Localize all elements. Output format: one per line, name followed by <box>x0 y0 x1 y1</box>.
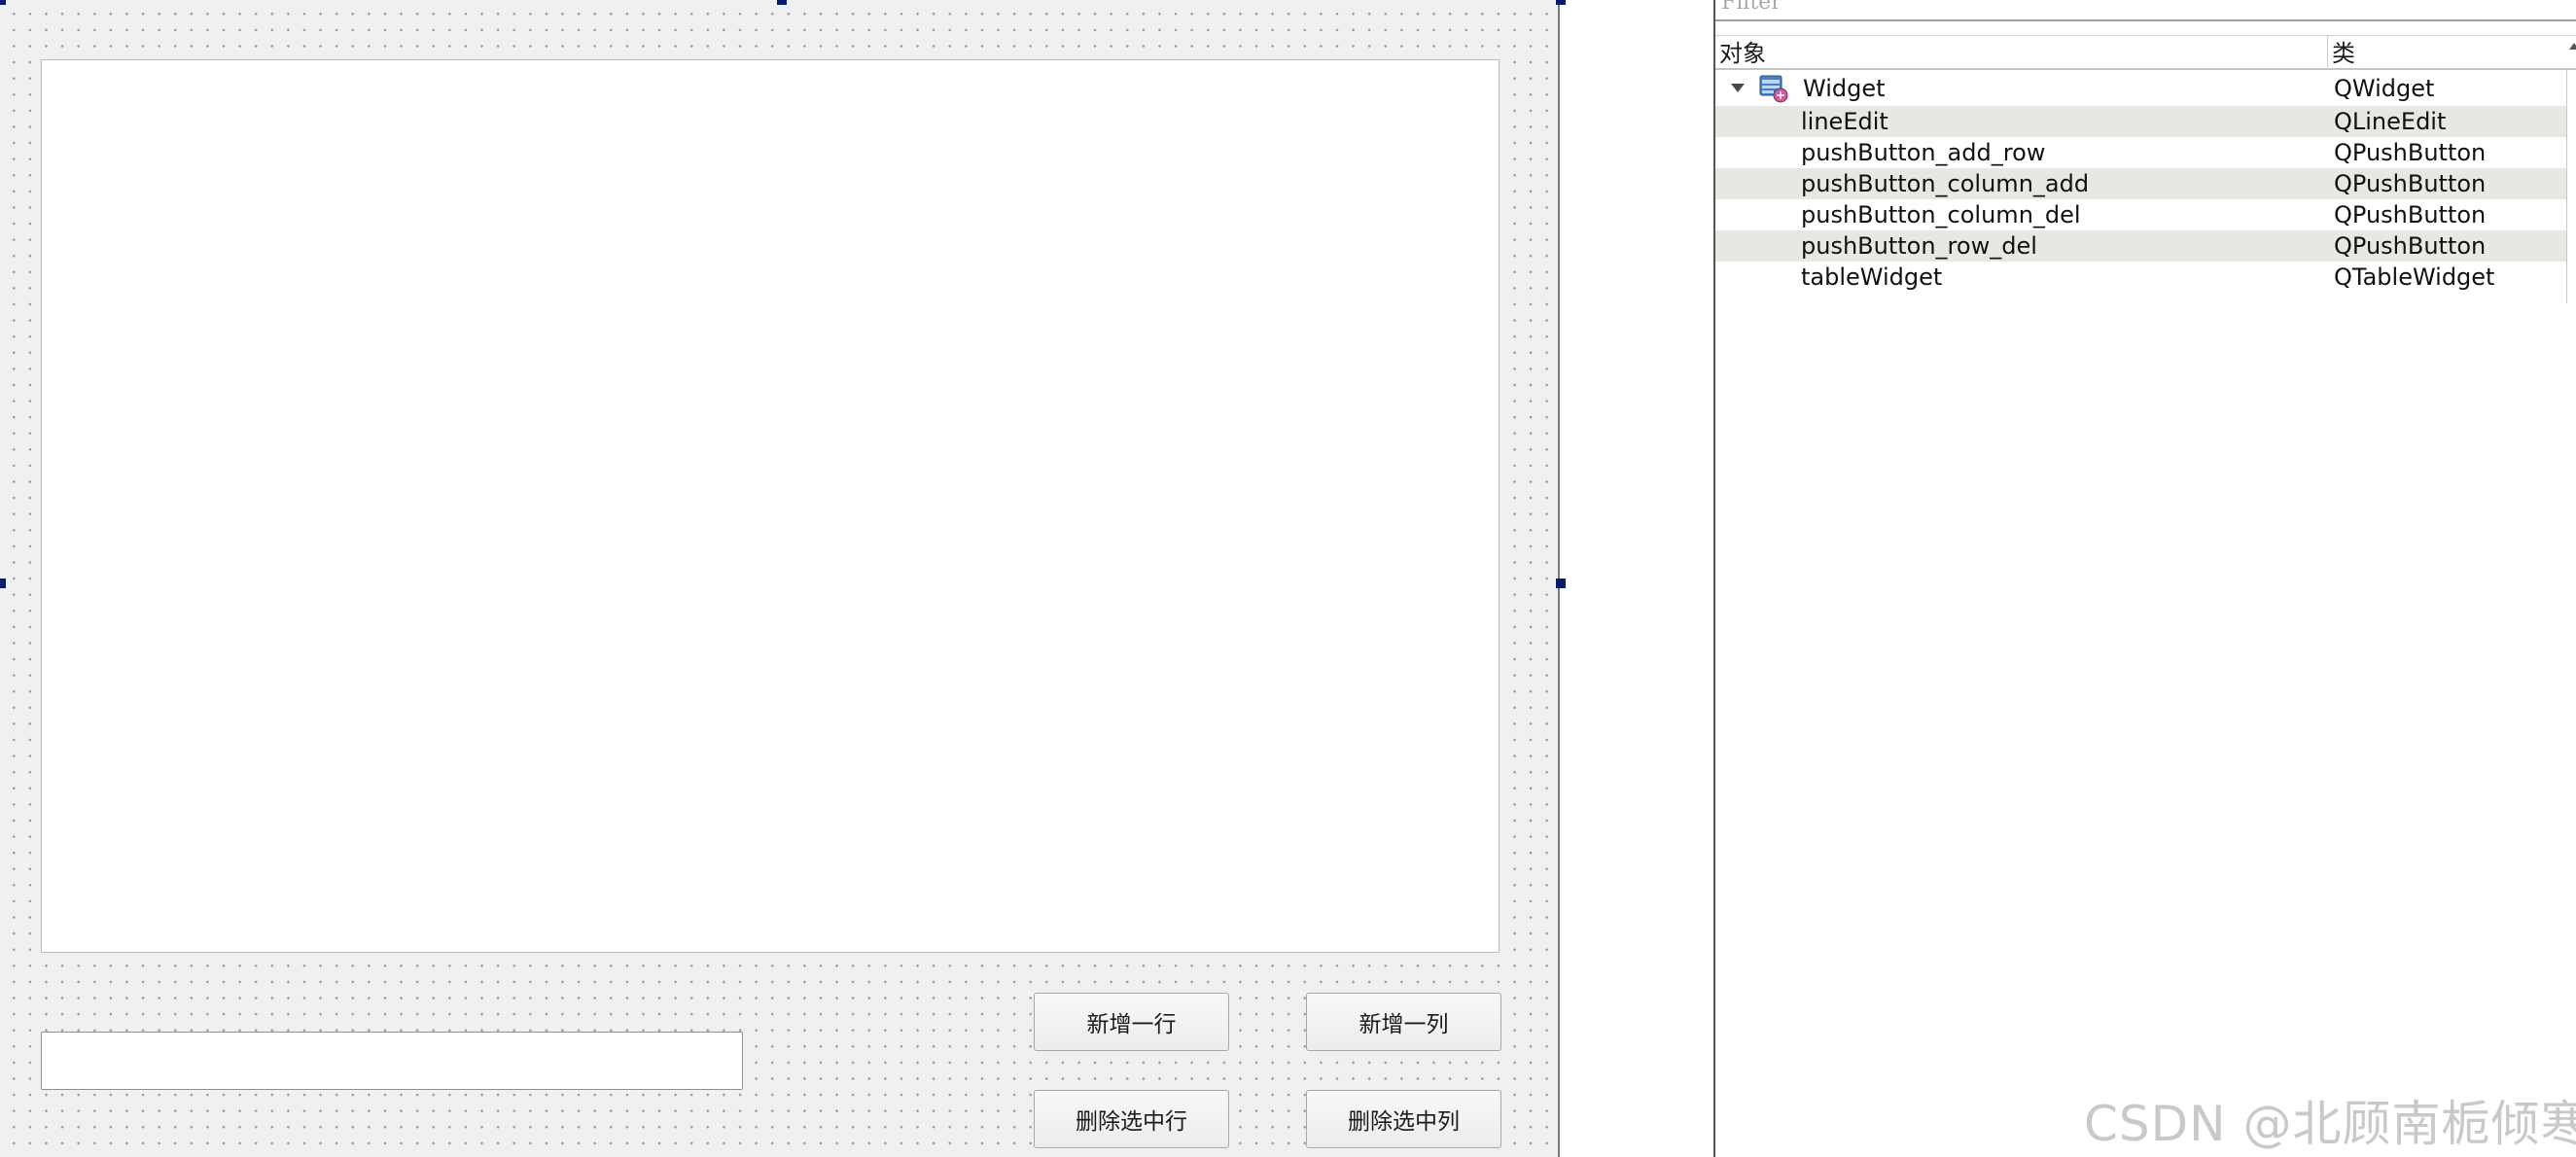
tree-item-name: pushButton_column_add <box>1801 170 2090 197</box>
tree-item-class: QPushButton <box>2334 139 2487 166</box>
selection-handle-middle-right[interactable] <box>1556 578 1566 588</box>
tree-item-class: QTableWidget <box>2334 263 2495 291</box>
tree-item-class: QPushButton <box>2334 232 2487 260</box>
scroll-up-icon[interactable] <box>2569 43 2576 50</box>
selection-handle-top-left[interactable] <box>0 0 6 5</box>
tree-root-name: Widget <box>1803 75 1886 102</box>
column-header-object[interactable]: 对象 <box>1715 36 2328 69</box>
tree-item-name: pushButton_add_row <box>1801 139 2046 166</box>
widget-icon <box>1759 75 1788 103</box>
delete-row-button[interactable]: 删除选中行 <box>1034 1090 1229 1148</box>
tree-item-name: tableWidget <box>1801 263 1943 291</box>
tree-row[interactable]: pushButton_column_del QPushButton <box>1715 199 2566 230</box>
inspector-header: 对象 类 <box>1715 35 2576 70</box>
tree-row-root[interactable]: Widget QWidget <box>1715 73 2566 104</box>
tree-row[interactable]: pushButton_column_add QPushButton <box>1715 168 2566 199</box>
selection-handle-top-right[interactable] <box>1556 0 1566 5</box>
selection-handle-top-middle[interactable] <box>777 0 787 5</box>
tree-item-class: QPushButton <box>2334 170 2487 197</box>
line-edit-input[interactable] <box>41 1032 743 1090</box>
tree-row[interactable]: lineEdit QLineEdit <box>1715 106 2566 137</box>
tree-item-class: QLineEdit <box>2334 108 2447 135</box>
tree-row[interactable]: tableWidget QTableWidget <box>1715 262 2566 293</box>
tree-row[interactable]: pushButton_add_row QPushButton <box>1715 137 2566 168</box>
tree-item-name: pushButton_row_del <box>1801 232 2037 260</box>
add-row-button[interactable]: 新增一行 <box>1034 993 1229 1051</box>
delete-column-button[interactable]: 删除选中列 <box>1306 1090 1501 1148</box>
table-widget[interactable] <box>41 59 1500 953</box>
selection-handle-middle-left[interactable] <box>0 578 6 588</box>
object-inspector: Filter 对象 类 Widget QWidget lineEdit QLin… <box>1713 0 2576 1157</box>
tree-row[interactable]: pushButton_row_del QPushButton <box>1715 230 2566 262</box>
vertical-scrollbar[interactable] <box>2566 70 2576 303</box>
column-header-class[interactable]: 类 <box>2328 36 2576 69</box>
tree-item-name: pushButton_column_del <box>1801 201 2081 228</box>
tree-item-name: lineEdit <box>1801 108 1888 135</box>
form-designer-canvas[interactable]: 新增一行 新增一列 删除选中行 删除选中列 <box>0 0 1566 1157</box>
add-column-button[interactable]: 新增一列 <box>1306 993 1501 1051</box>
watermark: CSDN @北顾南栀倾寒 <box>2084 1096 2576 1152</box>
tree-item-class: QPushButton <box>2334 201 2487 228</box>
expand-arrow-icon[interactable] <box>1731 84 1745 92</box>
tree-root-class: QWidget <box>2334 75 2435 102</box>
filter-input[interactable]: Filter <box>1715 0 2576 21</box>
